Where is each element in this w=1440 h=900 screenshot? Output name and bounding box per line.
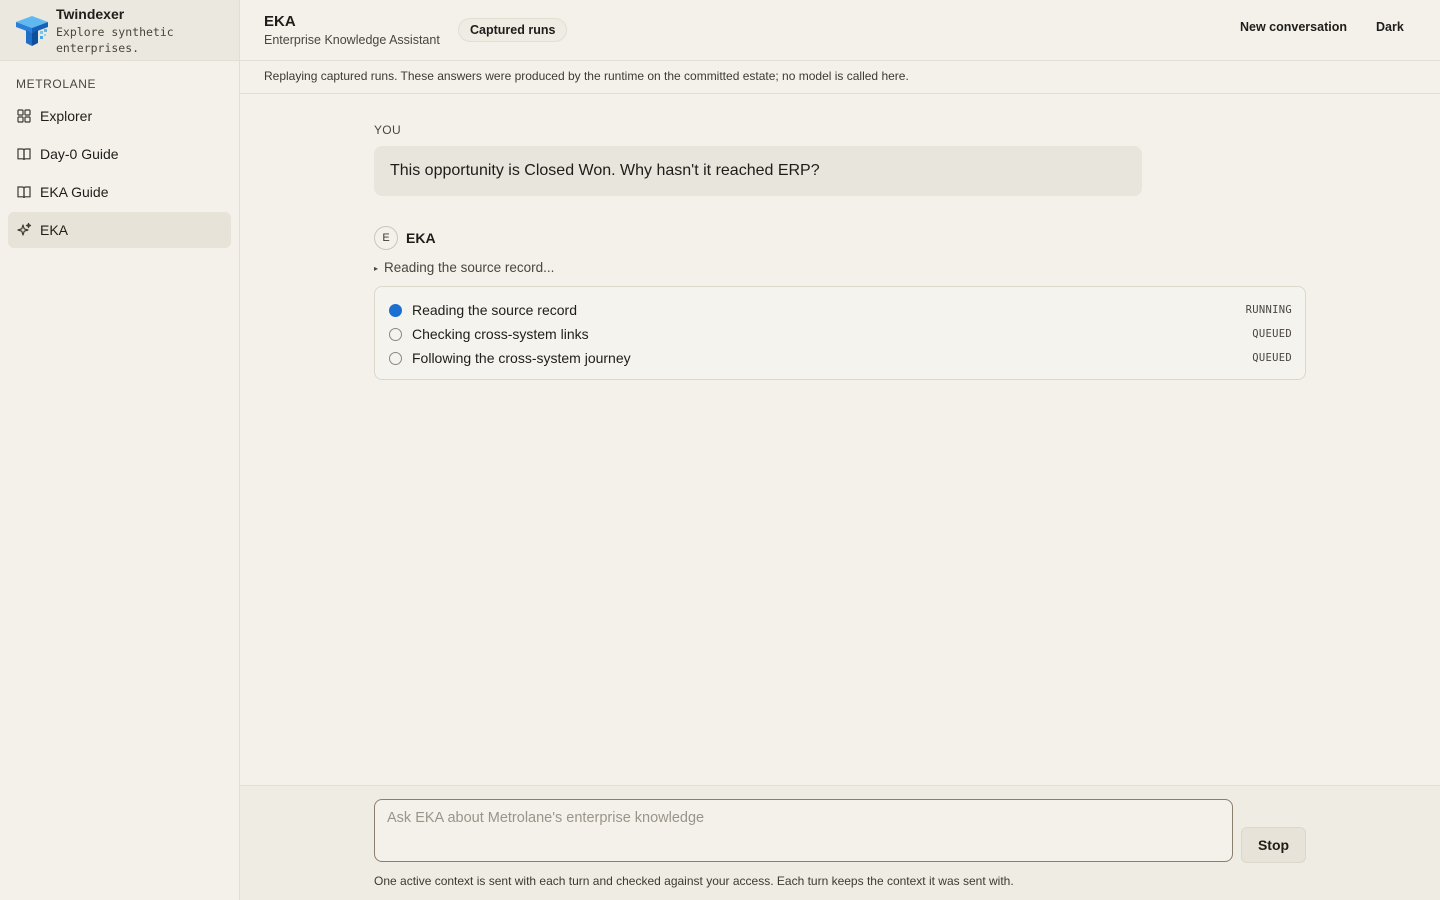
step-label: Checking cross-system links bbox=[412, 326, 589, 342]
queued-circle-icon bbox=[389, 351, 402, 365]
sidebar-item-explorer[interactable]: Explorer bbox=[8, 98, 231, 134]
message-input[interactable] bbox=[374, 799, 1233, 862]
composer: Stop One active context is sent with eac… bbox=[240, 785, 1440, 900]
step-status: QUEUED bbox=[1252, 352, 1292, 364]
composer-note: One active context is sent with each tur… bbox=[374, 874, 1014, 888]
step-row: Following the cross-system journey QUEUE… bbox=[375, 346, 1305, 370]
sidebar-item-label: Explorer bbox=[40, 108, 93, 124]
queued-circle-icon bbox=[389, 327, 402, 341]
page-subtitle: Enterprise Knowledge Assistant bbox=[264, 33, 440, 47]
step-row: Reading the source record RUNNING bbox=[375, 298, 1305, 322]
assistant-avatar: E bbox=[374, 226, 398, 250]
captured-runs-badge: Captured runs bbox=[458, 18, 568, 42]
sidebar-item-label: EKA bbox=[40, 222, 69, 238]
step-status: RUNNING bbox=[1245, 304, 1292, 316]
workspace-label: METROLANE bbox=[16, 77, 97, 91]
sidebar-item-eka[interactable]: EKA bbox=[8, 212, 231, 248]
sidebar-nav: Explorer Day-0 Guide EKA Guide EKA bbox=[8, 98, 231, 250]
sidebar: Twindexer Explore synthetic enterprises.… bbox=[0, 0, 240, 900]
top-header: EKA Enterprise Knowledge Assistant Captu… bbox=[240, 0, 1440, 61]
sparkle-icon bbox=[16, 222, 32, 238]
assistant-name: EKA bbox=[406, 230, 436, 246]
stop-button[interactable]: Stop bbox=[1241, 827, 1306, 863]
brand-tagline: Explore synthetic enterprises. bbox=[56, 25, 174, 55]
brand-name: Twindexer bbox=[56, 6, 125, 22]
book-icon bbox=[16, 184, 32, 200]
caret-right-icon: ▸ bbox=[374, 263, 379, 273]
page-title: EKA bbox=[264, 13, 296, 30]
replay-notice: Replaying captured runs. These answers w… bbox=[240, 61, 1440, 94]
running-dot-icon bbox=[389, 303, 402, 317]
step-label: Following the cross-system journey bbox=[412, 350, 631, 366]
you-label: YOU bbox=[374, 123, 401, 137]
sidebar-item-label: EKA Guide bbox=[40, 184, 109, 200]
step-row: Checking cross-system links QUEUED bbox=[375, 322, 1305, 346]
new-conversation-button[interactable]: New conversation bbox=[1240, 20, 1347, 34]
step-label: Reading the source record bbox=[412, 302, 577, 318]
book-icon bbox=[16, 146, 32, 162]
thinking-text: Reading the source record... bbox=[384, 260, 555, 275]
progress-steps: Reading the source record RUNNING Checki… bbox=[374, 286, 1306, 380]
brand-header[interactable]: Twindexer Explore synthetic enterprises. bbox=[0, 0, 239, 61]
user-message: This opportunity is Closed Won. Why hasn… bbox=[374, 146, 1142, 196]
theme-toggle-button[interactable]: Dark bbox=[1376, 20, 1404, 34]
sidebar-item-day-0-guide[interactable]: Day-0 Guide bbox=[8, 136, 231, 172]
sidebar-item-label: Day-0 Guide bbox=[40, 146, 119, 162]
step-status: QUEUED bbox=[1252, 328, 1292, 340]
sidebar-item-eka-guide[interactable]: EKA Guide bbox=[8, 174, 231, 210]
thinking-toggle[interactable]: ▸ Reading the source record... bbox=[374, 260, 554, 275]
grid-icon bbox=[16, 108, 32, 124]
twindexer-logo bbox=[16, 16, 48, 46]
